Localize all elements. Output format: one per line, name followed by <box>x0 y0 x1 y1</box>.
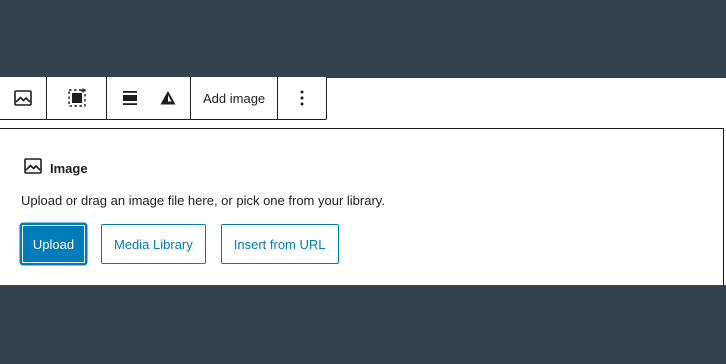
upload-button[interactable]: Upload <box>21 224 86 264</box>
image-icon <box>23 156 43 181</box>
media-library-button[interactable]: Media Library <box>101 224 206 264</box>
toolbar-group-add-image: Add image <box>191 77 279 119</box>
image-block-placeholder: Image Upload or drag an image file here,… <box>0 128 724 285</box>
block-toolbar: Add image <box>0 77 328 120</box>
toolbar-group-select-parent <box>47 77 107 119</box>
toolbar-group-align <box>107 77 191 119</box>
toolbar-group-block-type <box>0 77 47 119</box>
more-options-button[interactable] <box>278 77 326 119</box>
placeholder-title: Image <box>50 161 88 176</box>
insert-from-url-button[interactable]: Insert from URL <box>220 224 339 264</box>
placeholder-actions: Upload Media Library Insert from URL <box>21 224 339 264</box>
block-type-button[interactable] <box>0 77 46 119</box>
select-parent-button[interactable] <box>47 77 106 119</box>
align-icon <box>121 89 139 107</box>
placeholder-label: Image <box>23 156 88 181</box>
placeholder-instructions: Upload or drag an image file here, or pi… <box>21 193 385 208</box>
warning-triangle-icon <box>159 89 177 107</box>
select-parent-icon <box>66 87 88 109</box>
add-image-button[interactable]: Add image <box>191 77 277 119</box>
toolbar-group-options <box>278 77 326 119</box>
editor-background-top <box>0 0 726 78</box>
warning-button[interactable] <box>153 77 183 119</box>
align-button[interactable] <box>107 77 153 119</box>
image-icon <box>13 88 33 108</box>
more-options-icon <box>299 89 305 107</box>
